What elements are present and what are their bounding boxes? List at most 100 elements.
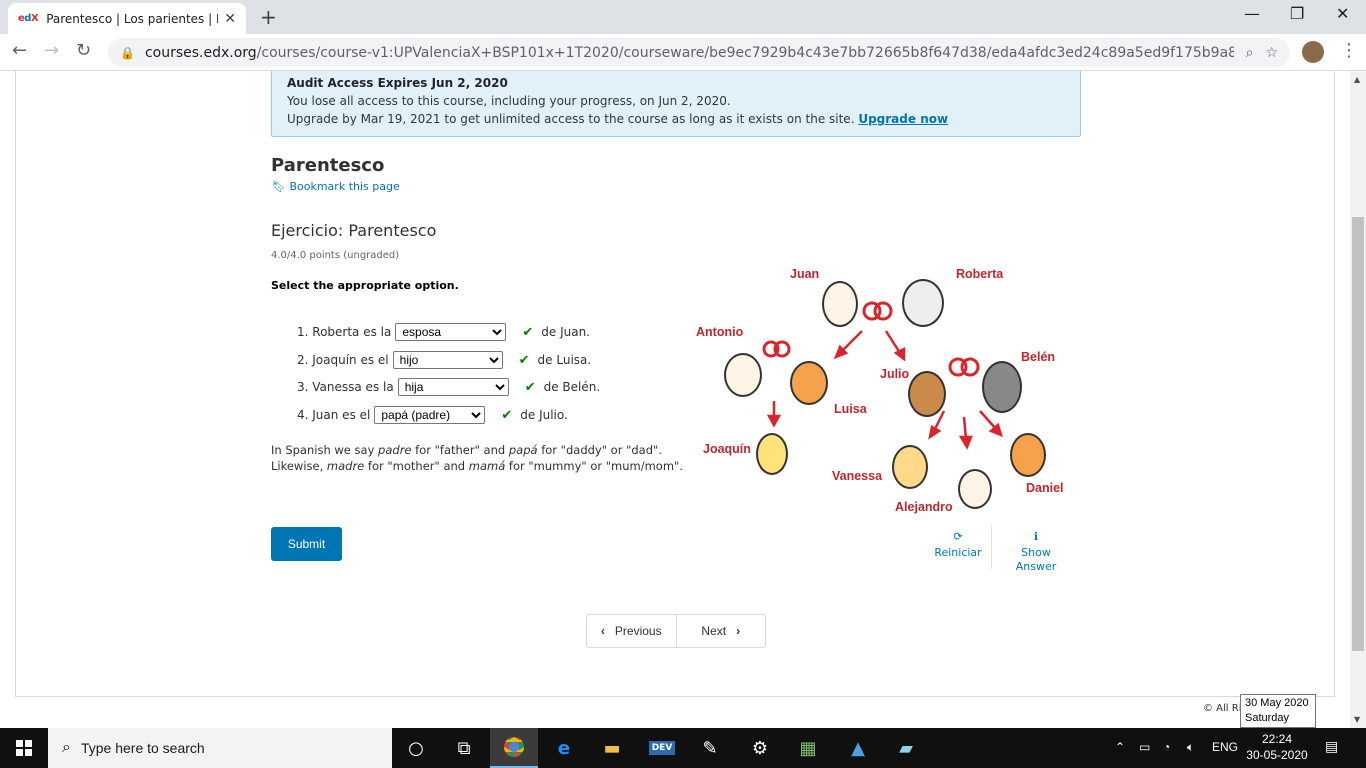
wifi-icon[interactable]: ◔ <box>1163 740 1170 754</box>
alejandro-face <box>958 469 992 509</box>
bookmark-button[interactable]: 🔖︎ Bookmark this page <box>272 180 400 193</box>
taskbar-search[interactable]: ⌕ Type here to search <box>48 728 392 768</box>
url-text: courses.edx.org/courses/course-v1:UPVale… <box>144 44 1234 61</box>
address-bar[interactable]: 🔒 courses.edx.org/courses/course-v1:UPVa… <box>108 38 1290 67</box>
search-icon: ⌕ <box>62 739 71 756</box>
upgrade-link[interactable]: Upgrade now <box>858 112 948 126</box>
star-icon[interactable]: ☆ <box>1265 45 1278 61</box>
correct-check-icon: ✔ <box>518 352 530 368</box>
scrollbar-thumb[interactable] <box>1352 217 1364 651</box>
correct-check-icon: ✔ <box>522 324 534 340</box>
juan-face <box>822 281 858 327</box>
edge-icon[interactable]: e <box>540 728 588 768</box>
task-view-icon[interactable]: ⧉ <box>440 728 488 768</box>
answer-select-3[interactable]: hija <box>397 378 509 396</box>
action-divider <box>991 525 992 569</box>
daniel-face <box>1010 433 1046 477</box>
submit-button[interactable]: Submit <box>271 527 342 561</box>
answer-select-4[interactable]: papá (padre) <box>374 406 486 424</box>
bookmark-icon: 🔖︎ <box>272 180 286 193</box>
answer-select-2[interactable]: hijo <box>392 351 503 369</box>
close-tab-icon[interactable]: ✕ <box>224 11 236 27</box>
profile-avatar[interactable] <box>1302 41 1324 63</box>
name-label-joaquin: Joaquín <box>703 442 751 456</box>
name-label-daniel: Daniel <box>1026 481 1064 495</box>
menu-icon[interactable]: ⋮ <box>1340 40 1358 61</box>
reload-icon[interactable]: ↻ <box>76 40 91 61</box>
battery-icon[interactable]: ▭ <box>1139 740 1150 754</box>
windows-taskbar: ⌕ Type here to search ○ ⧉ e ▬ DEV ✎ ⚙ ▦ … <box>0 728 1366 768</box>
banner-line1: You lose all access to this course, incl… <box>287 94 731 108</box>
previous-button[interactable]: ‹ Previous <box>587 615 677 647</box>
chevron-left-icon: ‹ <box>600 624 605 638</box>
chevron-right-icon: › <box>736 624 741 638</box>
course-content-frame <box>15 71 1335 697</box>
cortana-icon[interactable]: ○ <box>392 728 440 768</box>
vanessa-face <box>892 445 928 489</box>
pen-app-icon[interactable]: ✎ <box>686 728 734 768</box>
family-tree-illustration: Juan Roberta Antonio Julio Belén Luisa J… <box>690 261 1080 521</box>
new-tab-icon[interactable]: + <box>260 5 277 29</box>
scroll-down-icon[interactable]: ▼ <box>1354 715 1360 724</box>
refresh-icon: ⟳ <box>953 530 963 543</box>
correct-check-icon: ✔ <box>501 407 513 423</box>
file-explorer-icon[interactable]: ▬ <box>588 728 636 768</box>
answer-select-1[interactable]: esposa <box>395 323 507 341</box>
unit-title: Parentesco <box>271 155 385 176</box>
name-label-belen: Belén <box>1021 350 1056 364</box>
browser-tab[interactable]: edX Parentesco | Los parientes | BSP1( ✕ <box>8 3 246 34</box>
name-label-julio: Julio <box>880 367 910 381</box>
notes-app-icon[interactable]: ▰ <box>882 728 930 768</box>
tab-title: Parentesco | Los parientes | BSP1( <box>46 11 218 26</box>
chrome-icon[interactable] <box>490 728 538 768</box>
volume-icon[interactable]: 🔈︎ <box>1187 740 1194 755</box>
roberta-face <box>902 279 944 327</box>
reset-button[interactable]: ⟳ Reiniciar <box>930 530 986 560</box>
close-window-icon[interactable]: ✕ <box>1336 4 1349 23</box>
question-3: 3. Vanessa es la hija ✔ de Belén. <box>297 378 600 396</box>
footer-copyright: © All Ri <box>1203 703 1242 714</box>
windows-logo-icon <box>16 740 32 756</box>
language-note: In Spanish we say padre for "father" and… <box>271 443 683 473</box>
name-label-alejandro: Alejandro <box>895 500 953 514</box>
name-label-luisa: Luisa <box>834 402 867 416</box>
scroll-up-icon[interactable]: ▲ <box>1354 75 1360 84</box>
edx-favicon-icon: edX <box>18 13 39 24</box>
browser-tab-strip: edX Parentesco | Los parientes | BSP1( ✕… <box>0 0 1366 34</box>
name-label-vanessa: Vanessa <box>832 469 883 483</box>
antonio-face <box>724 353 762 397</box>
start-button[interactable] <box>0 728 48 768</box>
name-label-antonio: Antonio <box>696 325 744 339</box>
minimize-icon[interactable]: — <box>1244 4 1260 23</box>
date-tooltip: 30 May 2020 Saturday <box>1240 694 1316 728</box>
problem-points: 4.0/4.0 points (ungraded) <box>271 250 400 261</box>
unit-pager: ‹ Previous Next › <box>586 614 766 648</box>
zoom-icon[interactable]: ⌕ <box>1246 45 1254 61</box>
show-answer-button[interactable]: ℹ Show Answer <box>1006 530 1066 574</box>
info-icon: ℹ <box>1033 530 1039 543</box>
question-1: 1. Roberta es la esposa ✔ de Juan. <box>297 323 590 341</box>
notifications-icon[interactable]: ▤ <box>1325 738 1338 755</box>
audit-banner: Audit Access Expires Jun 2, 2020 You los… <box>271 71 1081 137</box>
forward-icon[interactable]: → <box>44 40 59 61</box>
photos-icon[interactable]: ▲ <box>834 728 882 768</box>
settings-gear-icon[interactable]: ⚙ <box>736 728 784 768</box>
chevron-up-icon[interactable]: ⌃ <box>1115 740 1125 754</box>
restore-icon[interactable]: ❐ <box>1290 4 1304 23</box>
language-indicator[interactable]: ENG <box>1212 740 1238 754</box>
problem-prompt: Select the appropriate option. <box>271 279 459 292</box>
banner-line2: Upgrade by Mar 19, 2021 to get unlimited… <box>287 112 949 126</box>
julio-face <box>908 371 946 417</box>
spreadsheet-icon[interactable]: ▦ <box>784 728 832 768</box>
next-button[interactable]: Next › <box>677 615 766 647</box>
back-icon[interactable]: ← <box>12 40 27 61</box>
page-scrollbar[interactable]: ▲ ▼ <box>1350 71 1366 728</box>
question-2: 2. Joaquín es el hijo ✔ de Luisa. <box>297 351 591 369</box>
page-viewport: Audit Access Expires Jun 2, 2020 You los… <box>0 71 1350 728</box>
dev-app-icon[interactable]: DEV <box>638 728 686 768</box>
name-label-juan: Juan <box>790 267 820 281</box>
taskbar-clock[interactable]: 22:24 30-05-2020 <box>1244 731 1310 763</box>
problem-title: Ejercicio: Parentesco <box>271 221 437 240</box>
banner-title: Audit Access Expires Jun 2, 2020 <box>287 76 508 90</box>
lock-icon: 🔒 <box>120 45 135 60</box>
